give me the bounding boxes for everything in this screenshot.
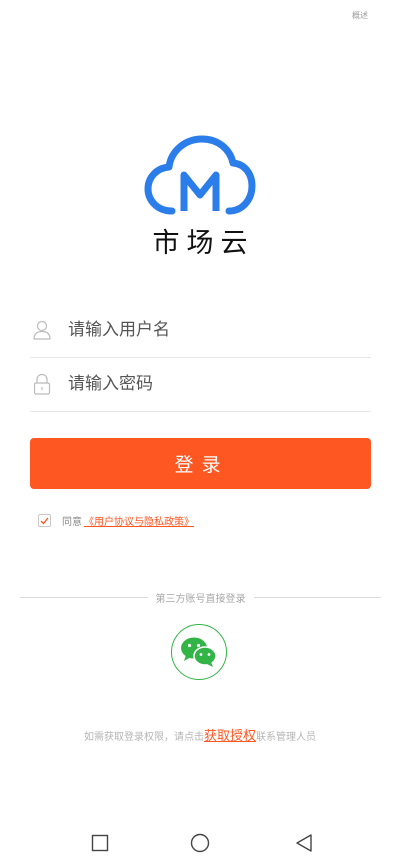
check-icon bbox=[40, 517, 49, 524]
divider-line-right bbox=[253, 597, 381, 598]
login-button[interactable]: 登录 bbox=[30, 438, 371, 489]
system-nav-bar bbox=[0, 822, 400, 866]
user-icon bbox=[30, 320, 59, 340]
home-icon[interactable] bbox=[189, 832, 211, 854]
wechat-icon bbox=[181, 637, 217, 667]
get-authorization-link[interactable]: 获取授权 bbox=[204, 729, 256, 744]
agreement-row: 同意 《用户协议与隐私政策》 bbox=[38, 513, 194, 528]
cloud-logo-icon bbox=[144, 135, 256, 215]
recent-apps-icon[interactable] bbox=[89, 832, 111, 854]
agreement-checkbox[interactable] bbox=[38, 514, 51, 527]
agreement-prefix: 同意 bbox=[62, 517, 82, 528]
lock-icon bbox=[30, 373, 59, 395]
corner-link[interactable]: 概述 bbox=[352, 10, 368, 21]
authorization-text-after: 联系管理人员 bbox=[256, 732, 316, 743]
app-logo: 市场云 bbox=[0, 135, 400, 260]
wechat-login-button[interactable] bbox=[171, 624, 227, 680]
divider-line-left bbox=[20, 597, 148, 598]
username-input[interactable] bbox=[68, 320, 371, 340]
password-field[interactable] bbox=[30, 357, 371, 412]
brand-name: 市场云 bbox=[152, 228, 255, 259]
back-icon[interactable] bbox=[293, 832, 315, 854]
password-input[interactable] bbox=[68, 374, 371, 394]
logo-letter-m bbox=[180, 171, 220, 211]
username-field[interactable] bbox=[30, 303, 371, 358]
authorization-text-before: 如需获取登录权限，请点击 bbox=[83, 732, 204, 743]
authorization-row: 如需获取登录权限，请点击获取授权联系管理人员 bbox=[0, 725, 400, 744]
third-party-label: 第三方账号直接登录 bbox=[155, 594, 246, 605]
third-party-divider: 第三方账号直接登录 bbox=[20, 590, 381, 605]
agreement-link[interactable]: 《用户协议与隐私政策》 bbox=[84, 513, 194, 528]
